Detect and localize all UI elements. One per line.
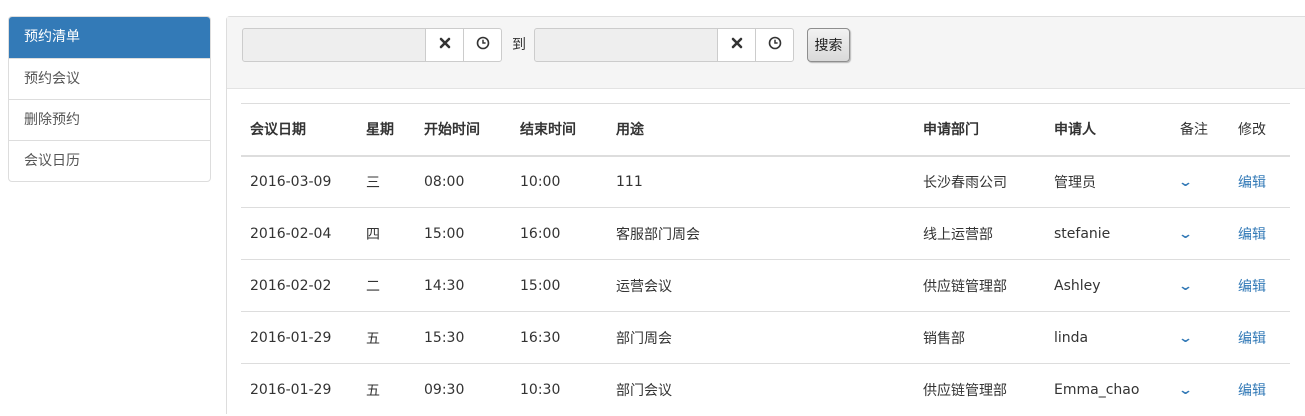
cell-purpose: 运营会议 <box>616 278 672 295</box>
cell-start-time: 14:30 <box>424 277 465 294</box>
cell-applicant: Emma_chao <box>1054 381 1140 398</box>
cell-weekday: 三 <box>366 174 380 191</box>
end-clear-button[interactable] <box>717 28 756 62</box>
cell-remarks: ⌄ <box>1171 156 1229 208</box>
cell-start-time: 09:30 <box>424 381 465 398</box>
cell-date: 2016-01-29 <box>250 329 332 346</box>
cell-weekday: 五 <box>366 330 380 347</box>
cell-weekday: 二 <box>366 278 380 295</box>
reservation-table-wrapper: 会议日期 星期 开始时间 结束时间 用途 申请部门 申请人 备注 修改 2016… <box>241 103 1290 416</box>
table-row: 2016-01-29 五 09:30 10:30 部门会议 供应链管理部 Emm… <box>241 363 1290 416</box>
chevron-down-icon[interactable]: ⌄ <box>1178 175 1193 190</box>
header-applicant: 申请人 <box>1045 103 1171 157</box>
range-to-label: 到 <box>512 37 526 53</box>
start-time-button[interactable] <box>463 28 502 62</box>
cell-department: 线上运营部 <box>923 226 993 243</box>
cell-edit: 编辑 <box>1229 208 1290 260</box>
header-date: 会议日期 <box>241 103 357 157</box>
cell-start-time: 15:30 <box>424 329 465 346</box>
chevron-down-icon[interactable]: ⌄ <box>1178 331 1193 346</box>
table-row: 2016-02-04 四 15:00 16:00 客服部门周会 线上运营部 st… <box>241 207 1290 260</box>
cell-date: 2016-03-09 <box>250 173 332 190</box>
cell-edit: 编辑 <box>1229 364 1290 416</box>
search-bar: 到 搜索 <box>227 17 1305 89</box>
cell-end-time: 10:30 <box>520 381 561 398</box>
cell-department: 供应链管理部 <box>923 382 1007 399</box>
table-header-row: 会议日期 星期 开始时间 结束时间 用途 申请部门 申请人 备注 修改 <box>241 103 1290 157</box>
cell-remarks: ⌄ <box>1171 260 1229 312</box>
sidebar-item-delete-reservation[interactable]: 删除预约 <box>9 99 210 140</box>
edit-link[interactable]: 编辑 <box>1238 279 1266 295</box>
header-start-time: 开始时间 <box>415 103 511 157</box>
cell-start-time: 08:00 <box>424 173 465 190</box>
clock-icon <box>476 36 490 54</box>
edit-link[interactable]: 编辑 <box>1238 227 1266 243</box>
cell-start-time: 15:00 <box>424 225 465 242</box>
cell-applicant: 管理员 <box>1054 174 1096 191</box>
clock-icon <box>768 36 782 54</box>
cell-applicant: linda <box>1054 329 1089 346</box>
edit-link[interactable]: 编辑 <box>1238 383 1266 399</box>
cell-department: 销售部 <box>923 330 965 347</box>
cell-edit: 编辑 <box>1229 156 1290 208</box>
table-row: 2016-02-02 二 14:30 15:00 运营会议 供应链管理部 Ash… <box>241 259 1290 312</box>
header-department: 申请部门 <box>914 103 1045 157</box>
cell-weekday: 四 <box>366 226 380 243</box>
cell-purpose: 客服部门周会 <box>616 226 700 243</box>
edit-link[interactable]: 编辑 <box>1238 331 1266 347</box>
sidebar-nav: 预约清单 预约会议 删除预约 会议日历 <box>8 16 211 182</box>
cell-applicant: Ashley <box>1054 277 1101 294</box>
search-button[interactable]: 搜索 <box>807 28 850 62</box>
header-weekday: 星期 <box>357 103 415 157</box>
cell-purpose: 部门周会 <box>616 330 672 347</box>
main-panel: 到 搜索 会议日期 星期 开始时间 结束时间 用途 申请部门 申请人 备注 修改… <box>226 16 1305 414</box>
sidebar-item-book-meeting[interactable]: 预约会议 <box>9 58 210 99</box>
reservation-table: 会议日期 星期 开始时间 结束时间 用途 申请部门 申请人 备注 修改 2016… <box>241 103 1290 416</box>
cell-end-time: 16:00 <box>520 225 561 242</box>
sidebar-item-reservation-list[interactable]: 预约清单 <box>9 17 210 58</box>
close-icon <box>439 37 451 53</box>
header-remarks: 备注 <box>1171 103 1229 157</box>
cell-purpose: 部门会议 <box>616 382 672 399</box>
start-clear-button[interactable] <box>425 28 464 62</box>
cell-edit: 编辑 <box>1229 260 1290 312</box>
cell-date: 2016-01-29 <box>250 381 332 398</box>
sidebar-item-meeting-calendar[interactable]: 会议日历 <box>9 140 210 181</box>
cell-applicant: stefanie <box>1054 225 1111 242</box>
header-end-time: 结束时间 <box>511 103 607 157</box>
edit-link[interactable]: 编辑 <box>1238 175 1266 191</box>
cell-end-time: 16:30 <box>520 329 561 346</box>
start-date-input[interactable] <box>242 28 426 62</box>
cell-purpose: 111 <box>616 173 643 190</box>
table-row: 2016-01-29 五 15:30 16:30 部门周会 销售部 linda … <box>241 311 1290 364</box>
cell-weekday: 五 <box>366 382 380 399</box>
cell-department: 供应链管理部 <box>923 278 1007 295</box>
cell-date: 2016-02-04 <box>250 225 332 242</box>
cell-date: 2016-02-02 <box>250 277 332 294</box>
end-date-input[interactable] <box>534 28 718 62</box>
close-icon <box>731 37 743 53</box>
header-edit: 修改 <box>1229 103 1290 157</box>
cell-remarks: ⌄ <box>1171 208 1229 260</box>
cell-end-time: 10:00 <box>520 173 561 190</box>
cell-remarks: ⌄ <box>1171 364 1229 416</box>
table-row: 2016-03-09 三 08:00 10:00 111 长沙春雨公司 管理员 … <box>241 155 1290 208</box>
cell-edit: 编辑 <box>1229 312 1290 364</box>
chevron-down-icon[interactable]: ⌄ <box>1178 279 1193 294</box>
cell-department: 长沙春雨公司 <box>923 174 1007 191</box>
chevron-down-icon[interactable]: ⌄ <box>1178 227 1193 242</box>
cell-remarks: ⌄ <box>1171 312 1229 364</box>
chevron-down-icon[interactable]: ⌄ <box>1178 383 1193 398</box>
end-time-button[interactable] <box>755 28 794 62</box>
cell-end-time: 15:00 <box>520 277 561 294</box>
header-purpose: 用途 <box>607 103 914 157</box>
